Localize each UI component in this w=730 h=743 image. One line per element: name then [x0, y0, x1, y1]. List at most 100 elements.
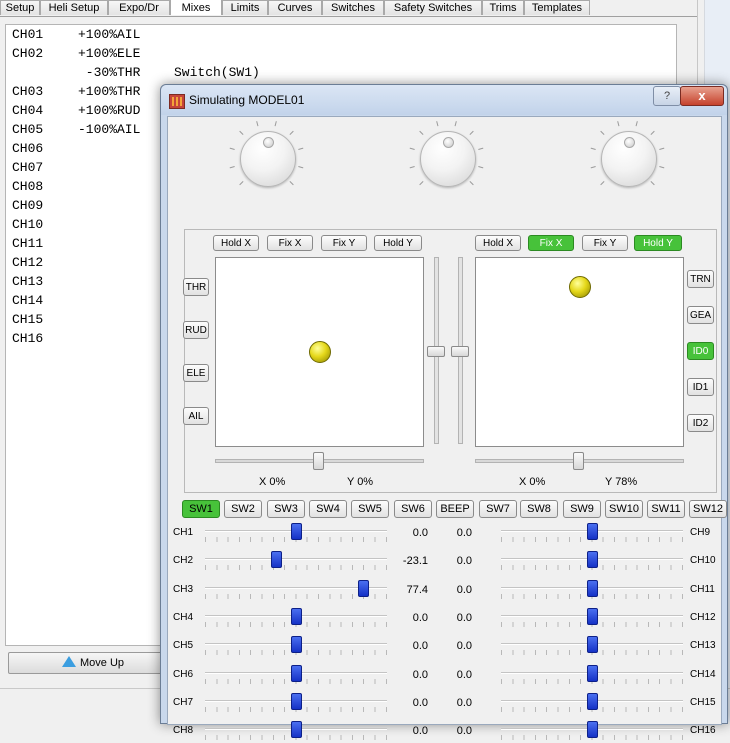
channel-slider[interactable] — [205, 523, 387, 545]
id2-button[interactable]: ID2 — [687, 414, 714, 432]
left-stick-pad[interactable] — [215, 257, 424, 447]
right-vertical-trim[interactable] — [451, 346, 469, 357]
channel-value: 0.0 — [412, 612, 428, 624]
channel-slider[interactable] — [501, 580, 683, 602]
simulator-client: Hold X Fix X Fix Y Hold Y Hold X Fix X F… — [167, 116, 727, 740]
slider-thumb[interactable] — [587, 551, 598, 568]
help-button[interactable]: ? — [653, 86, 681, 106]
left-fix-x-button[interactable]: Fix X — [267, 235, 313, 251]
move-up-button[interactable]: Move Up — [8, 652, 178, 674]
channel-slider[interactable] — [205, 636, 387, 658]
gea-button[interactable]: GEA — [687, 306, 714, 324]
tab-safety-switches[interactable]: Safety Switches — [384, 0, 482, 15]
rud-button[interactable]: RUD — [183, 321, 209, 339]
right-fix-y-button[interactable]: Fix Y — [582, 235, 628, 251]
channel-slider[interactable] — [205, 551, 387, 573]
tab-mixes[interactable]: Mixes — [170, 0, 222, 15]
tab-setup[interactable]: Setup — [0, 0, 40, 15]
tab-bar: Setup Heli Setup Expo/Dr Mixes Limits Cu… — [0, 0, 730, 17]
pot-knob-1[interactable] — [240, 131, 296, 187]
slider-thumb[interactable] — [291, 608, 302, 625]
switch-button-sw5[interactable]: SW5 — [351, 500, 389, 518]
close-button[interactable]: x — [680, 86, 724, 106]
mix-channel: CH06 — [12, 141, 44, 156]
channel-slider[interactable] — [205, 665, 387, 687]
pot-knob-3[interactable] — [601, 131, 657, 187]
slider-thumb[interactable] — [587, 665, 598, 682]
id1-button[interactable]: ID1 — [687, 378, 714, 396]
knob-tick — [289, 130, 294, 136]
switch-button-sw12[interactable]: SW12 — [689, 500, 727, 518]
left-hold-x-button[interactable]: Hold X — [213, 235, 259, 251]
id0-button[interactable]: ID0 — [687, 342, 714, 360]
slider-thumb[interactable] — [587, 580, 598, 597]
channel-slider[interactable] — [501, 665, 683, 687]
trn-button[interactable]: TRN — [687, 270, 714, 288]
tab-curves[interactable]: Curves — [268, 0, 322, 15]
channel-slider[interactable] — [501, 721, 683, 743]
tab-templates[interactable]: Templates — [524, 0, 590, 15]
left-vertical-trim[interactable] — [427, 346, 445, 357]
left-horizontal-trim[interactable] — [313, 452, 324, 470]
slider-thumb[interactable] — [291, 721, 302, 738]
channel-slider[interactable] — [501, 551, 683, 573]
knob-tick — [298, 147, 304, 150]
knob-tick — [600, 130, 605, 136]
right-fix-x-button[interactable]: Fix X — [528, 235, 574, 251]
mix-channel: CH12 — [12, 255, 44, 270]
slider-thumb[interactable] — [587, 721, 598, 738]
left-stick-ball[interactable] — [309, 341, 331, 363]
switch-button-sw7[interactable]: SW7 — [479, 500, 517, 518]
channel-slider[interactable] — [501, 693, 683, 715]
channel-slider[interactable] — [501, 523, 683, 545]
tab-expo-dr[interactable]: Expo/Dr — [108, 0, 170, 15]
tab-heli-setup[interactable]: Heli Setup — [40, 0, 108, 15]
channel-slider[interactable] — [205, 608, 387, 630]
left-hold-y-button[interactable]: Hold Y — [374, 235, 422, 251]
slider-thumb[interactable] — [291, 693, 302, 710]
slider-thumb[interactable] — [291, 636, 302, 653]
right-horizontal-trim[interactable] — [573, 452, 584, 470]
channel-slider[interactable] — [205, 580, 387, 602]
slider-thumb[interactable] — [291, 523, 302, 540]
right-hold-y-button[interactable]: Hold Y — [634, 235, 682, 251]
tab-trims[interactable]: Trims — [482, 0, 524, 15]
switch-button-sw2[interactable]: SW2 — [224, 500, 262, 518]
right-stick-ball[interactable] — [569, 276, 591, 298]
switch-button-beep[interactable]: BEEP — [436, 500, 474, 518]
switch-button-sw3[interactable]: SW3 — [267, 500, 305, 518]
switch-button-sw1[interactable]: SW1 — [182, 500, 220, 518]
slider-thumb[interactable] — [587, 608, 598, 625]
tab-limits[interactable]: Limits — [222, 0, 268, 15]
switch-button-sw9[interactable]: SW9 — [563, 500, 601, 518]
channel-slider[interactable] — [501, 636, 683, 658]
knob-tick — [229, 147, 235, 150]
ele-button[interactable]: ELE — [183, 364, 209, 382]
channel-slider[interactable] — [501, 608, 683, 630]
switch-button-sw11[interactable]: SW11 — [647, 500, 685, 518]
simulator-title-bar[interactable]: Simulating MODEL01 ? x — [161, 85, 727, 115]
switch-button-sw6[interactable]: SW6 — [394, 500, 432, 518]
slider-thumb[interactable] — [291, 665, 302, 682]
switch-button-sw8[interactable]: SW8 — [520, 500, 558, 518]
slider-thumb[interactable] — [358, 580, 369, 597]
slider-thumb[interactable] — [587, 523, 598, 540]
slider-thumb[interactable] — [587, 693, 598, 710]
channel-value: -23.1 — [402, 555, 428, 567]
channel-label: CH3 — [173, 584, 194, 595]
right-hold-x-button[interactable]: Hold X — [475, 235, 521, 251]
thr-button[interactable]: THR — [183, 278, 209, 296]
slider-thumb[interactable] — [271, 551, 282, 568]
knob-tick — [239, 130, 244, 136]
switch-button-sw4[interactable]: SW4 — [309, 500, 347, 518]
pot-knob-2[interactable] — [420, 131, 476, 187]
ail-button[interactable]: AIL — [183, 407, 209, 425]
slider-thumb[interactable] — [587, 636, 598, 653]
channel-slider[interactable] — [205, 693, 387, 715]
right-stick-pad[interactable] — [475, 257, 684, 447]
switch-button-sw10[interactable]: SW10 — [605, 500, 643, 518]
tab-switches[interactable]: Switches — [322, 0, 384, 15]
channel-slider[interactable] — [205, 721, 387, 743]
left-fix-y-button[interactable]: Fix Y — [321, 235, 367, 251]
channel-value: 0.0 — [412, 527, 428, 539]
